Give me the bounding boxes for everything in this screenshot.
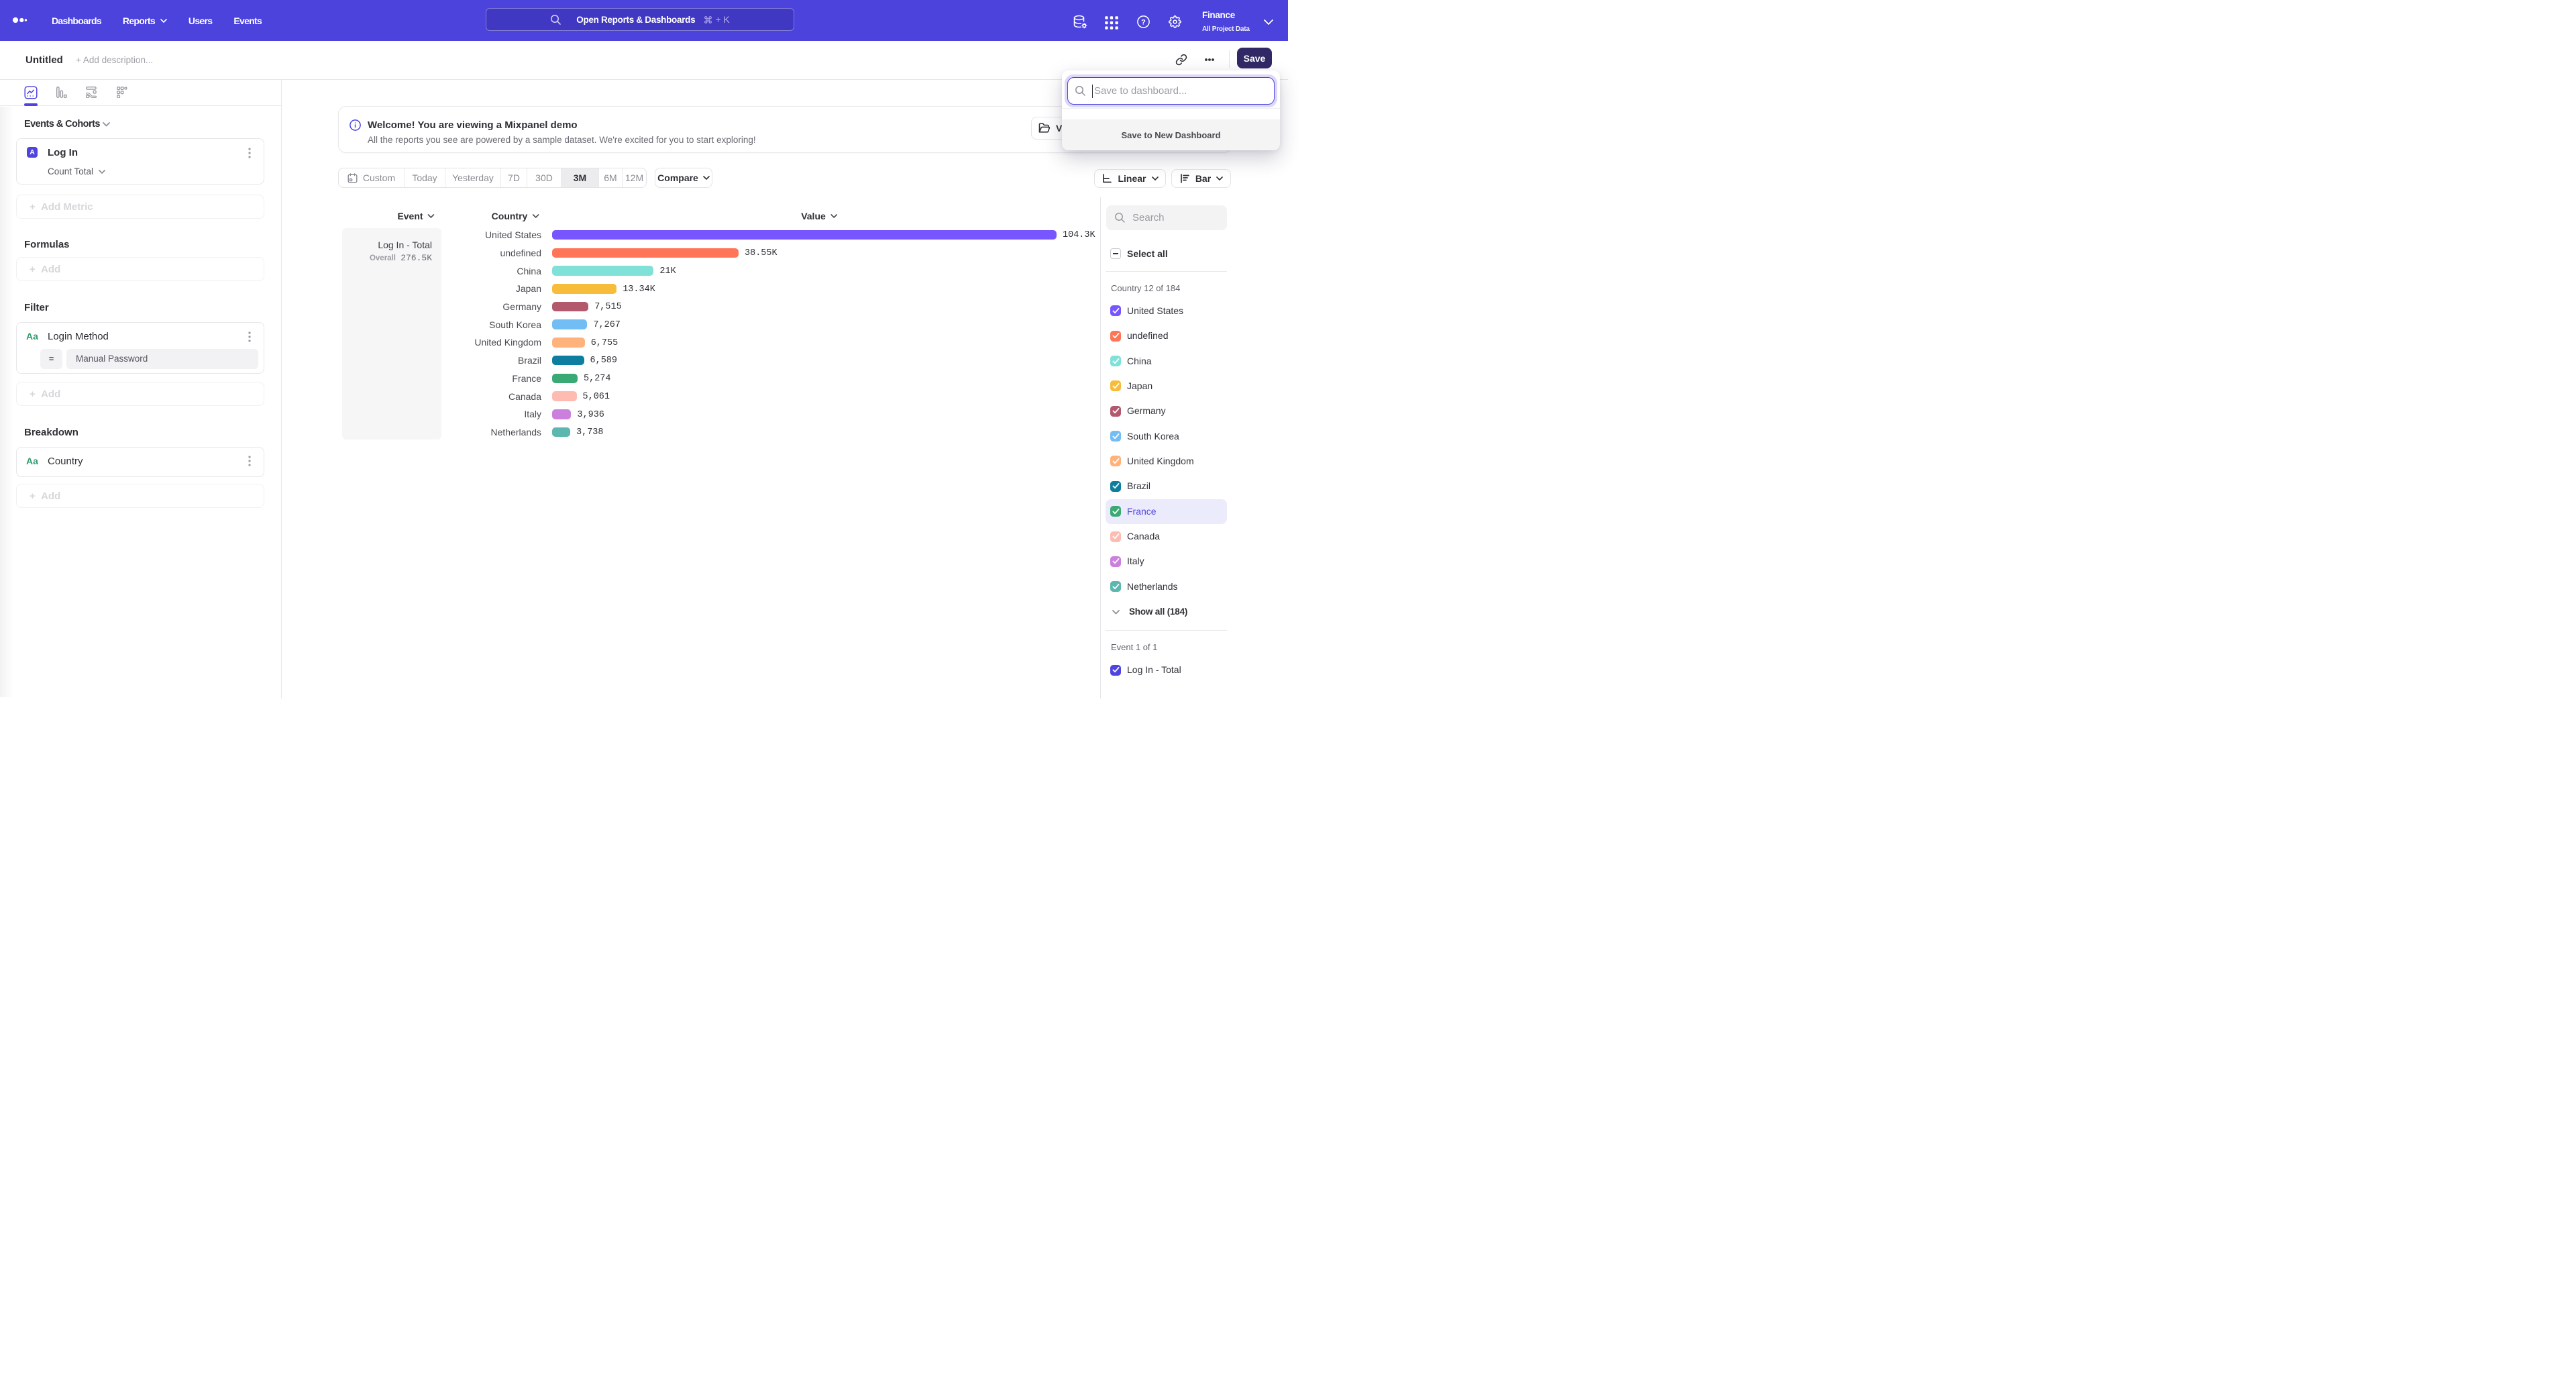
svg-text:?: ? bbox=[1141, 18, 1146, 26]
